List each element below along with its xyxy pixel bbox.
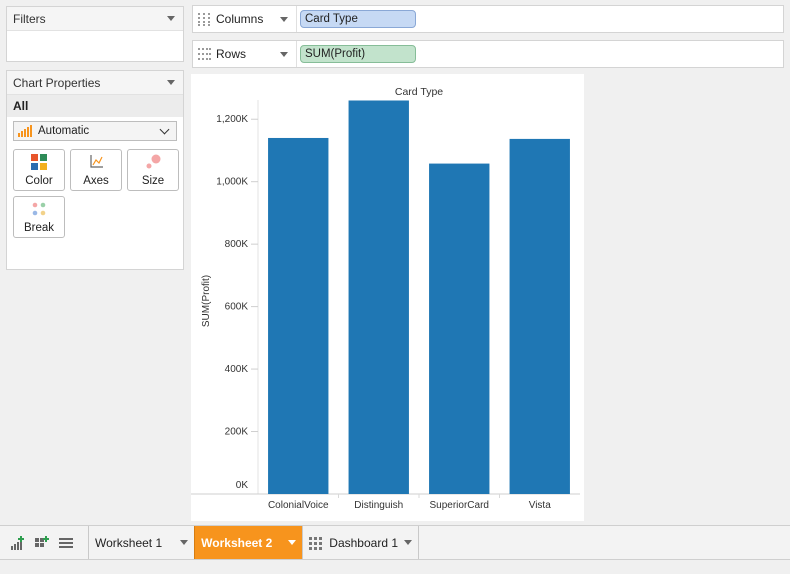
y-tick-label: 400K — [225, 364, 249, 375]
list-icon — [59, 537, 73, 548]
x-tick-label: Distinguish — [354, 500, 403, 511]
filters-panel: Filters — [6, 6, 184, 62]
tab-worksheet-2[interactable]: Worksheet 2 — [194, 526, 303, 559]
axes-card[interactable]: Axes — [70, 149, 122, 191]
bar — [268, 137, 329, 494]
bar — [429, 163, 490, 494]
sum-profit-pill[interactable]: SUM(Profit) — [300, 45, 416, 63]
x-tick-label: SuperiorCard — [430, 500, 489, 511]
tab-menu-icon[interactable] — [180, 540, 189, 545]
mark-type-label: Automatic — [38, 125, 90, 137]
y-tick-label: 200K — [225, 427, 249, 438]
columns-shelf-label: Columns — [216, 12, 264, 26]
y-tick-label: 0K — [236, 480, 249, 491]
y-axis-label: SUM(Profit) — [201, 275, 212, 327]
new-dashboard-icon — [35, 535, 49, 547]
mark-type-select[interactable]: Automatic — [13, 121, 177, 141]
color-card[interactable]: Color — [13, 149, 65, 191]
rows-icon — [198, 48, 211, 60]
tab-menu-icon[interactable] — [288, 540, 297, 545]
tab-worksheet-1[interactable]: Worksheet 1 — [88, 526, 194, 559]
chart-properties-panel: Chart Properties All Automatic Color Axe… — [6, 70, 184, 270]
tab-label: Dashboard 1 — [329, 535, 399, 550]
bar — [348, 100, 409, 494]
break-card-label: Break — [23, 222, 55, 234]
columns-icon — [198, 13, 210, 26]
new-dashboard-button[interactable] — [30, 526, 54, 559]
axes-icon — [90, 155, 103, 168]
card-type-pill[interactable]: Card Type — [300, 10, 416, 28]
x-tick-label: Vista — [529, 500, 551, 511]
rows-shelf-header[interactable]: Rows — [193, 41, 297, 67]
axes-card-label: Axes — [83, 175, 109, 187]
break-card[interactable]: Break — [13, 196, 65, 238]
new-worksheet-button[interactable] — [6, 526, 30, 559]
tab-label: Worksheet 2 — [201, 535, 273, 550]
rows-menu-icon[interactable] — [280, 51, 288, 57]
chart-properties-header[interactable]: Chart Properties — [7, 71, 183, 95]
filters-title: Filters — [13, 11, 46, 26]
sheet-tab-bar: Worksheet 1 Worksheet 2 Dashboard 1 — [0, 525, 790, 560]
chart-properties-menu-icon[interactable] — [167, 80, 175, 85]
columns-shelf[interactable]: Columns Card Type — [192, 5, 784, 33]
x-tick-label: ColonialVoice — [268, 500, 329, 511]
tab-dashboard-1[interactable]: Dashboard 1 — [302, 526, 418, 559]
scope-all[interactable]: All — [7, 95, 183, 117]
rows-shelf[interactable]: Rows SUM(Profit) — [192, 40, 784, 68]
filters-header[interactable]: Filters — [7, 7, 183, 31]
property-cards: Color Axes Size Break — [7, 141, 183, 238]
y-tick-label: 1,200K — [216, 114, 248, 125]
status-bar — [0, 560, 790, 574]
y-tick-label: 1,000K — [216, 177, 248, 188]
filters-menu-icon[interactable] — [167, 16, 175, 21]
tab-menu-icon[interactable] — [404, 540, 413, 545]
dashboard-grid-icon — [309, 536, 323, 550]
color-card-label: Color — [25, 175, 53, 187]
color-icon — [31, 154, 47, 170]
y-tick-label: 800K — [225, 239, 249, 250]
bar-chart: Card Type 0K 200K 400K 600K 800K 1,000K 1,200K S… — [191, 86, 580, 511]
y-tick-label: 600K — [225, 302, 249, 313]
chart-properties-title: Chart Properties — [13, 75, 101, 90]
new-worksheet-icon — [11, 535, 24, 550]
size-icon — [146, 154, 161, 169]
bar — [509, 138, 570, 494]
chart-view[interactable]: Card Type 0K 200K 400K 600K 800K 1,000K 1,200K S… — [191, 74, 584, 521]
rows-shelf-label: Rows — [216, 47, 247, 61]
size-card-label: Size — [141, 175, 165, 187]
break-icon — [32, 202, 46, 216]
chevron-down-icon — [159, 124, 170, 134]
sheet-list-button[interactable] — [54, 526, 78, 559]
columns-menu-icon[interactable] — [280, 16, 288, 22]
bar-chart-icon — [18, 125, 32, 137]
size-card[interactable]: Size — [127, 149, 179, 191]
tab-label: Worksheet 1 — [95, 535, 163, 550]
chart-title: Card Type — [395, 86, 443, 98]
columns-shelf-header[interactable]: Columns — [193, 6, 297, 32]
